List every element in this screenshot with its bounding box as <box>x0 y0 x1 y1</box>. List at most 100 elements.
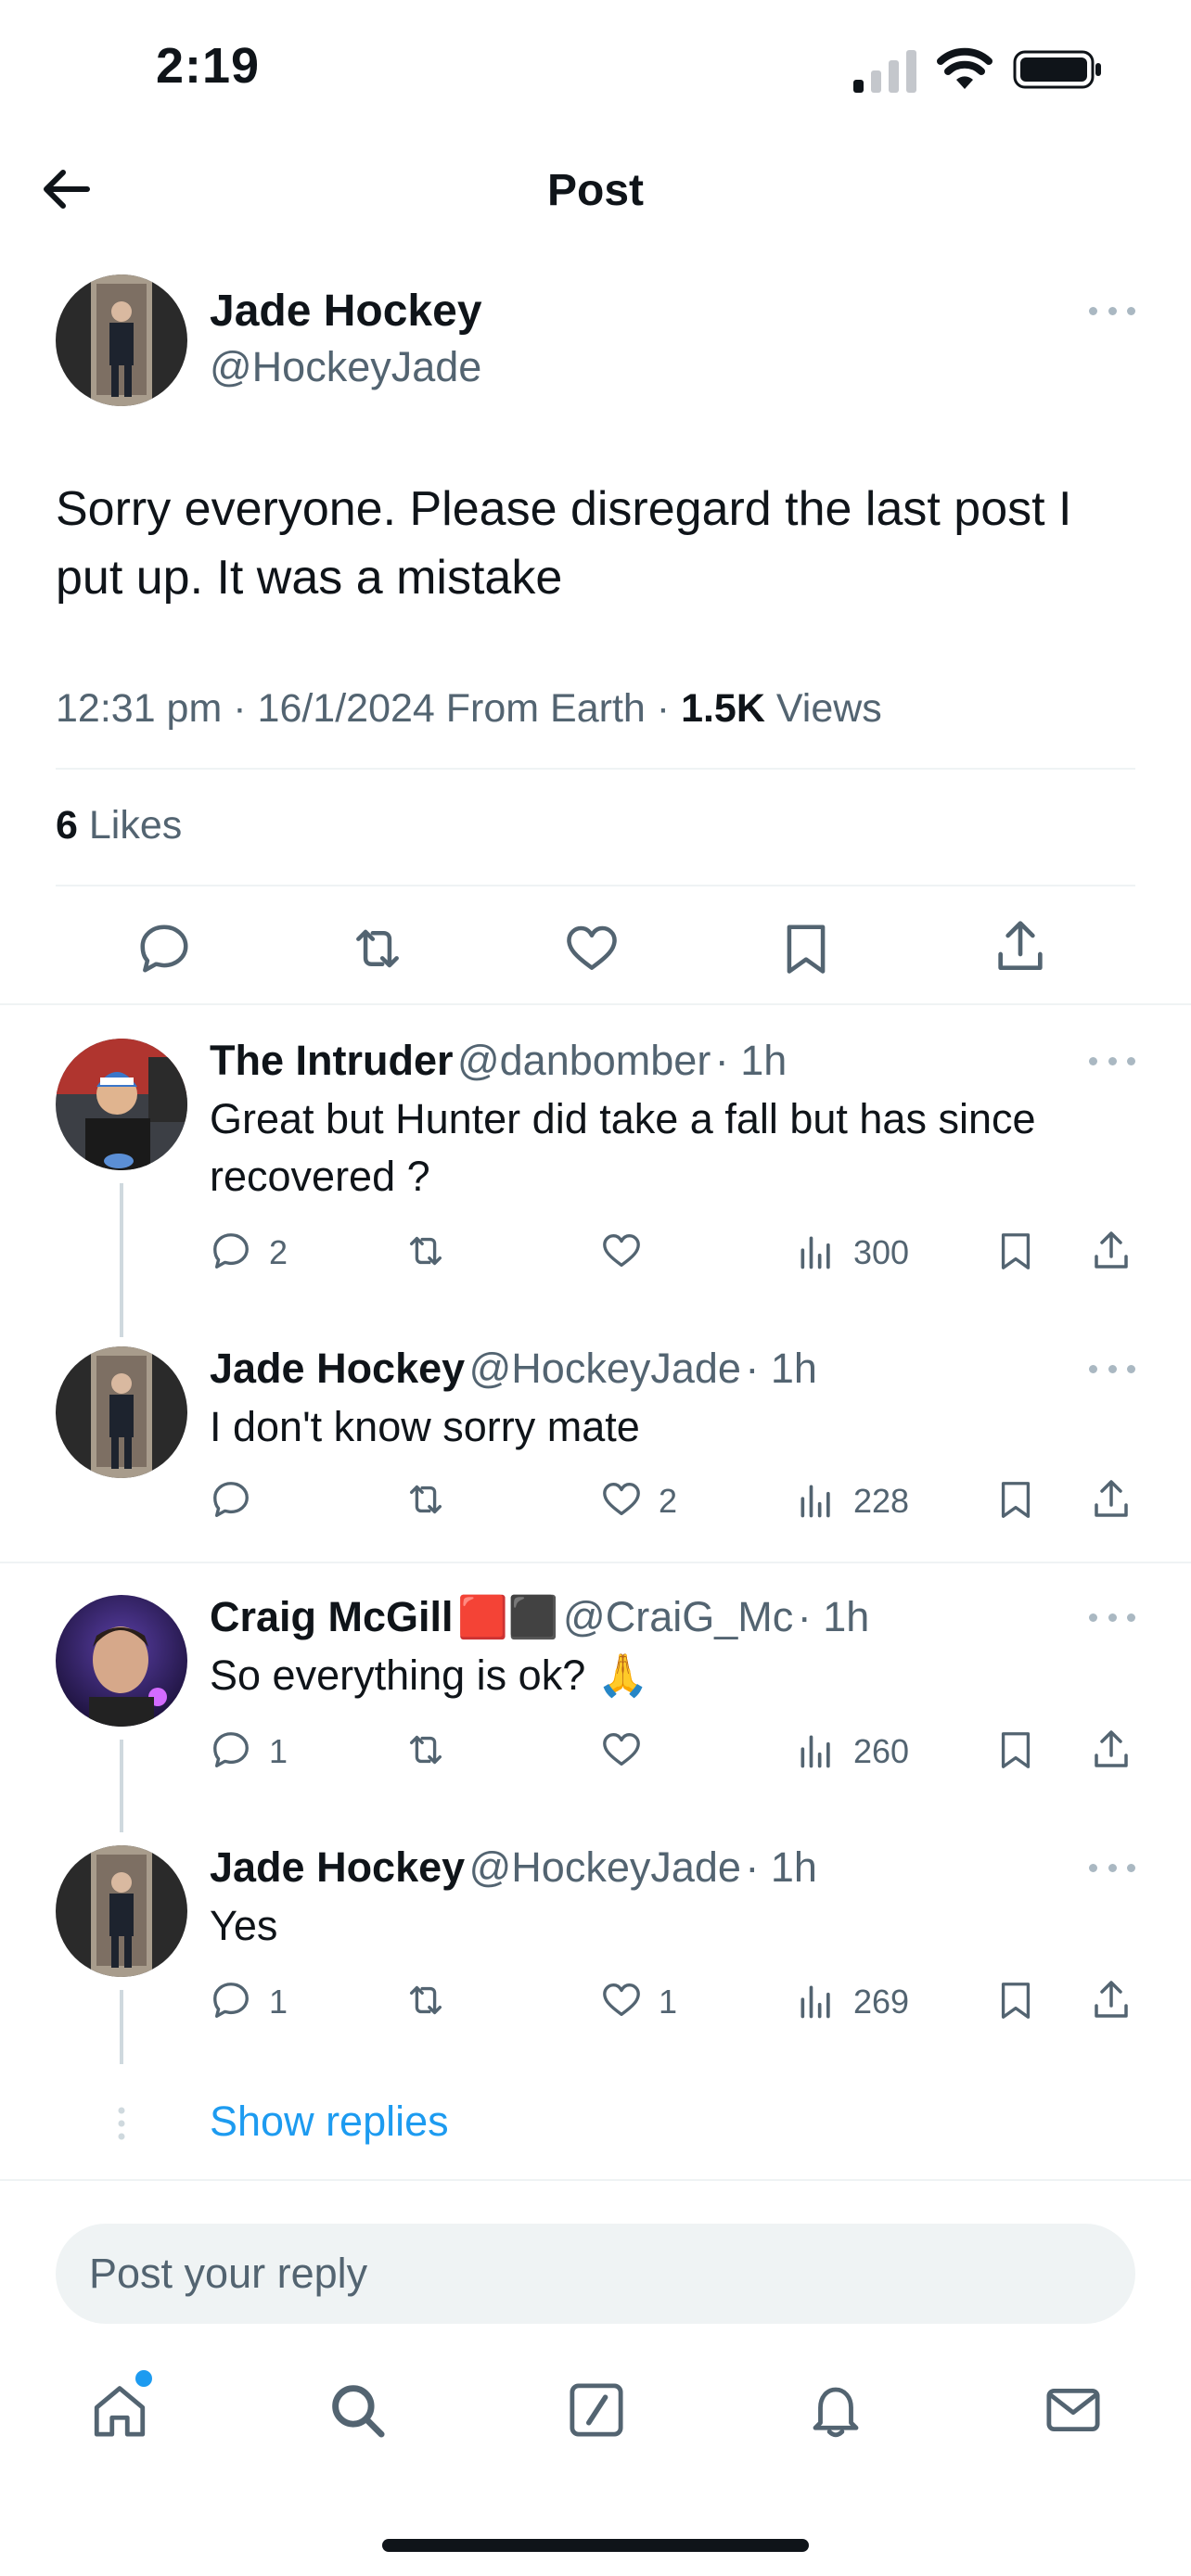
bookmark-icon[interactable] <box>994 1476 1037 1523</box>
divider <box>0 1003 1191 1005</box>
divider <box>56 768 1135 770</box>
thread-line <box>120 1183 123 1337</box>
reply-count: 1 <box>269 1983 288 2021</box>
post-text: Sorry everyone. Please disregard the las… <box>56 475 1071 612</box>
page-title: Post <box>546 166 644 215</box>
thread-dots-icon <box>115 2105 128 2142</box>
reply-header: Craig McGill 🟥⬛ @CraiG_Mc · 1h <box>210 1593 869 1641</box>
post-author-name[interactable]: Jade Hockey <box>210 286 482 337</box>
reply-action-bar: 2 228 <box>210 1476 1137 1523</box>
views-icon[interactable] <box>796 1981 837 2021</box>
reply-text: Great but Hunter did take a fall but has… <box>210 1090 1137 1205</box>
compose-icon[interactable] <box>566 2379 627 2441</box>
reply-input-placeholder: Post your reply <box>89 2250 368 2297</box>
reply-icon[interactable] <box>210 1728 252 1771</box>
like-count: 1 <box>659 1983 678 2021</box>
more-options-icon[interactable] <box>1089 301 1135 320</box>
views-icon[interactable] <box>796 1480 837 1521</box>
notifications-icon[interactable] <box>805 2379 866 2441</box>
reply-text-line: recovered ? <box>210 1153 430 1200</box>
reply-action-bar: 1 260 <box>210 1727 1137 1773</box>
reply-icon[interactable] <box>210 1230 252 1272</box>
share-icon[interactable] <box>1089 1228 1133 1274</box>
reply-count: 1 <box>269 1732 288 1770</box>
post-text-line: Sorry everyone. Please disregard the las… <box>56 482 1072 536</box>
home-indicator[interactable] <box>382 2539 809 2552</box>
share-icon[interactable] <box>1089 1727 1133 1773</box>
more-options-icon[interactable] <box>1089 1052 1135 1070</box>
like-icon[interactable] <box>599 1230 644 1272</box>
messages-icon[interactable] <box>1043 2379 1104 2441</box>
views-count: 300 <box>853 1233 910 1271</box>
status-time: 2:19 <box>156 38 261 94</box>
bookmark-icon[interactable] <box>994 1727 1037 1773</box>
more-options-icon[interactable] <box>1089 1858 1135 1877</box>
avatar[interactable] <box>56 1845 187 1977</box>
share-icon[interactable] <box>1089 1977 1133 2023</box>
reply-text: I don't know sorry mate <box>210 1403 640 1450</box>
bookmark-icon[interactable] <box>777 918 835 979</box>
home-icon[interactable] <box>89 2379 150 2441</box>
reply-author-name[interactable]: Jade Hockey <box>210 1843 465 1891</box>
repost-icon[interactable] <box>347 920 408 977</box>
bookmark-icon[interactable] <box>994 1977 1037 2023</box>
post-time: 12:31 pm <box>56 686 223 731</box>
avatar[interactable] <box>56 1346 187 1478</box>
likes-summary[interactable]: 6 Likes <box>56 803 182 848</box>
views-icon[interactable] <box>796 1730 837 1771</box>
reply-text: So everything is ok? 🙏 <box>210 1651 649 1699</box>
reply-header: Jade Hockey @HockeyJade · 1h <box>210 1345 817 1393</box>
bookmark-icon[interactable] <box>994 1228 1037 1274</box>
like-icon[interactable] <box>599 1728 644 1771</box>
reply-author-handle[interactable]: @CraiG_Mc <box>563 1593 793 1640</box>
views-icon[interactable] <box>796 1231 837 1272</box>
reply-header: The Intruder @danbomber · 1h <box>210 1037 787 1085</box>
like-icon[interactable] <box>599 1478 644 1521</box>
post-meta: 12:31 pm · 16/1/2024 From Earth · 1.5K V… <box>56 686 882 731</box>
reply-input[interactable]: Post your reply <box>56 2224 1135 2324</box>
reply-author-name[interactable]: Craig McGill <box>210 1593 454 1640</box>
likes-count: 6 <box>56 803 78 848</box>
more-options-icon[interactable] <box>1089 1608 1135 1626</box>
search-icon[interactable] <box>327 2379 388 2441</box>
reply-author-name[interactable]: Jade Hockey <box>210 1345 465 1392</box>
reply-icon[interactable] <box>210 1478 252 1521</box>
reply-action-bar: 2 300 <box>210 1228 1137 1274</box>
repost-icon[interactable] <box>403 1979 449 2021</box>
reply-author-handle[interactable]: @danbomber <box>457 1037 711 1084</box>
views-count: 260 <box>853 1732 910 1770</box>
thread-line <box>120 1740 123 1832</box>
reply-author-name[interactable]: The Intruder <box>210 1037 454 1084</box>
reply-text: Yes <box>210 1902 278 1949</box>
repost-icon[interactable] <box>403 1230 449 1272</box>
reply-author-handle[interactable]: @HockeyJade <box>469 1345 741 1392</box>
reply-icon[interactable] <box>210 1979 252 2021</box>
share-icon[interactable] <box>991 916 1050 977</box>
reply-icon[interactable] <box>135 920 193 977</box>
cellular-signal-icon <box>853 50 918 93</box>
reply-time: · 1h <box>745 1843 817 1891</box>
avatar[interactable] <box>56 274 187 406</box>
home-unread-dot <box>135 2370 152 2387</box>
share-icon[interactable] <box>1089 1476 1133 1523</box>
like-icon[interactable] <box>599 1979 644 2021</box>
post-views-count: 1.5K <box>681 686 765 731</box>
divider <box>56 885 1135 886</box>
reply-header: Jade Hockey @HockeyJade · 1h <box>210 1843 817 1892</box>
reply-text-line: Great but Hunter did take a fall but has… <box>210 1095 1036 1142</box>
reply-author-flags: 🟥⬛ <box>457 1595 559 1640</box>
repost-icon[interactable] <box>403 1478 449 1521</box>
divider <box>0 1562 1191 1563</box>
like-icon[interactable] <box>562 920 621 977</box>
avatar[interactable] <box>56 1595 187 1727</box>
post-author-handle[interactable]: @HockeyJade <box>210 343 481 391</box>
reply-time: · 1h <box>714 1037 788 1084</box>
post-date-source: 16/1/2024 From Earth <box>257 686 646 731</box>
more-options-icon[interactable] <box>1089 1359 1135 1378</box>
wifi-icon <box>937 46 992 91</box>
battery-icon <box>1013 50 1102 89</box>
avatar[interactable] <box>56 1039 187 1170</box>
show-replies-link[interactable]: Show replies <box>210 2098 449 2146</box>
reply-author-handle[interactable]: @HockeyJade <box>469 1843 741 1891</box>
repost-icon[interactable] <box>403 1728 449 1771</box>
